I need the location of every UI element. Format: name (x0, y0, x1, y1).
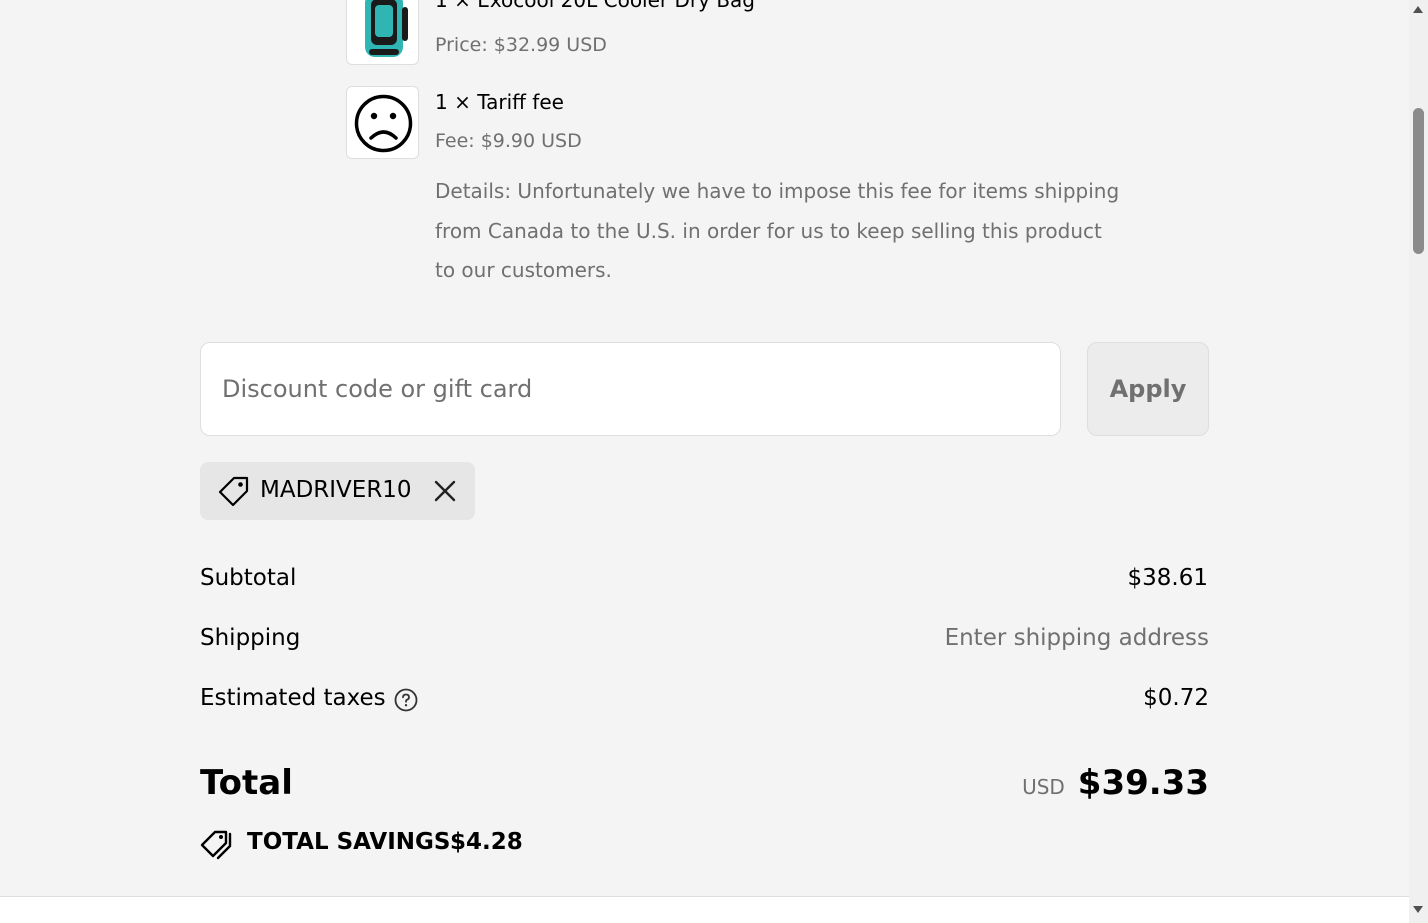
estimated-taxes-value: $0.72 (1143, 685, 1209, 711)
order-summary: 1 × Exocool 20L Cooler Dry Bag Price: $3… (0, 0, 1409, 923)
question-circle-icon[interactable] (394, 688, 418, 712)
tag-icon (218, 476, 249, 507)
remove-discount-close-icon[interactable] (431, 477, 459, 505)
scrollbar-thumb[interactable] (1413, 108, 1424, 254)
line-item-fee: Fee: $9.90 USD (435, 130, 582, 152)
line-item-title: 1 × Exocool 20L Cooler Dry Bag (435, 0, 755, 12)
checkout-order-summary-page: 1 × Exocool 20L Cooler Dry Bag Price: $3… (0, 0, 1428, 923)
total-label: Total (200, 763, 293, 803)
tariff-fee-details: Details: Unfortunately we have to impose… (435, 179, 1120, 282)
subtotal-value: $38.61 (1127, 565, 1208, 591)
line-item-title: 1 × Tariff fee (435, 90, 564, 114)
footer-divider (0, 896, 1409, 923)
vertical-scrollbar[interactable] (1409, 0, 1428, 923)
cooler-dry-bag-image (365, 0, 408, 57)
estimated-taxes-label: Estimated taxes (200, 685, 386, 711)
cooler-dry-bag-thumbnail (346, 0, 419, 65)
line-item-price: Price: $32.99 USD (435, 34, 607, 56)
subtotal-label: Subtotal (200, 565, 297, 591)
total-amount-group: USD $39.33 (1022, 763, 1209, 803)
sad-face-icon (354, 94, 413, 153)
total-savings-label: TOTAL SAVINGS (247, 829, 451, 855)
shipping-value: Enter shipping address (944, 625, 1209, 651)
shipping-label: Shipping (200, 625, 301, 651)
apply-discount-button[interactable]: Apply (1087, 342, 1209, 436)
total-currency: USD (1022, 775, 1065, 799)
tags-icon (200, 830, 232, 860)
total-value: $39.33 (1077, 763, 1209, 803)
scroll-down-arrow-icon[interactable] (1413, 906, 1423, 913)
applied-discount-code: MADRIVER10 (260, 477, 412, 503)
discount-code-input[interactable] (200, 342, 1061, 436)
tariff-fee-thumbnail (346, 86, 419, 159)
total-savings-value: $4.28 (450, 829, 523, 855)
scroll-up-arrow-icon[interactable] (1413, 6, 1423, 13)
